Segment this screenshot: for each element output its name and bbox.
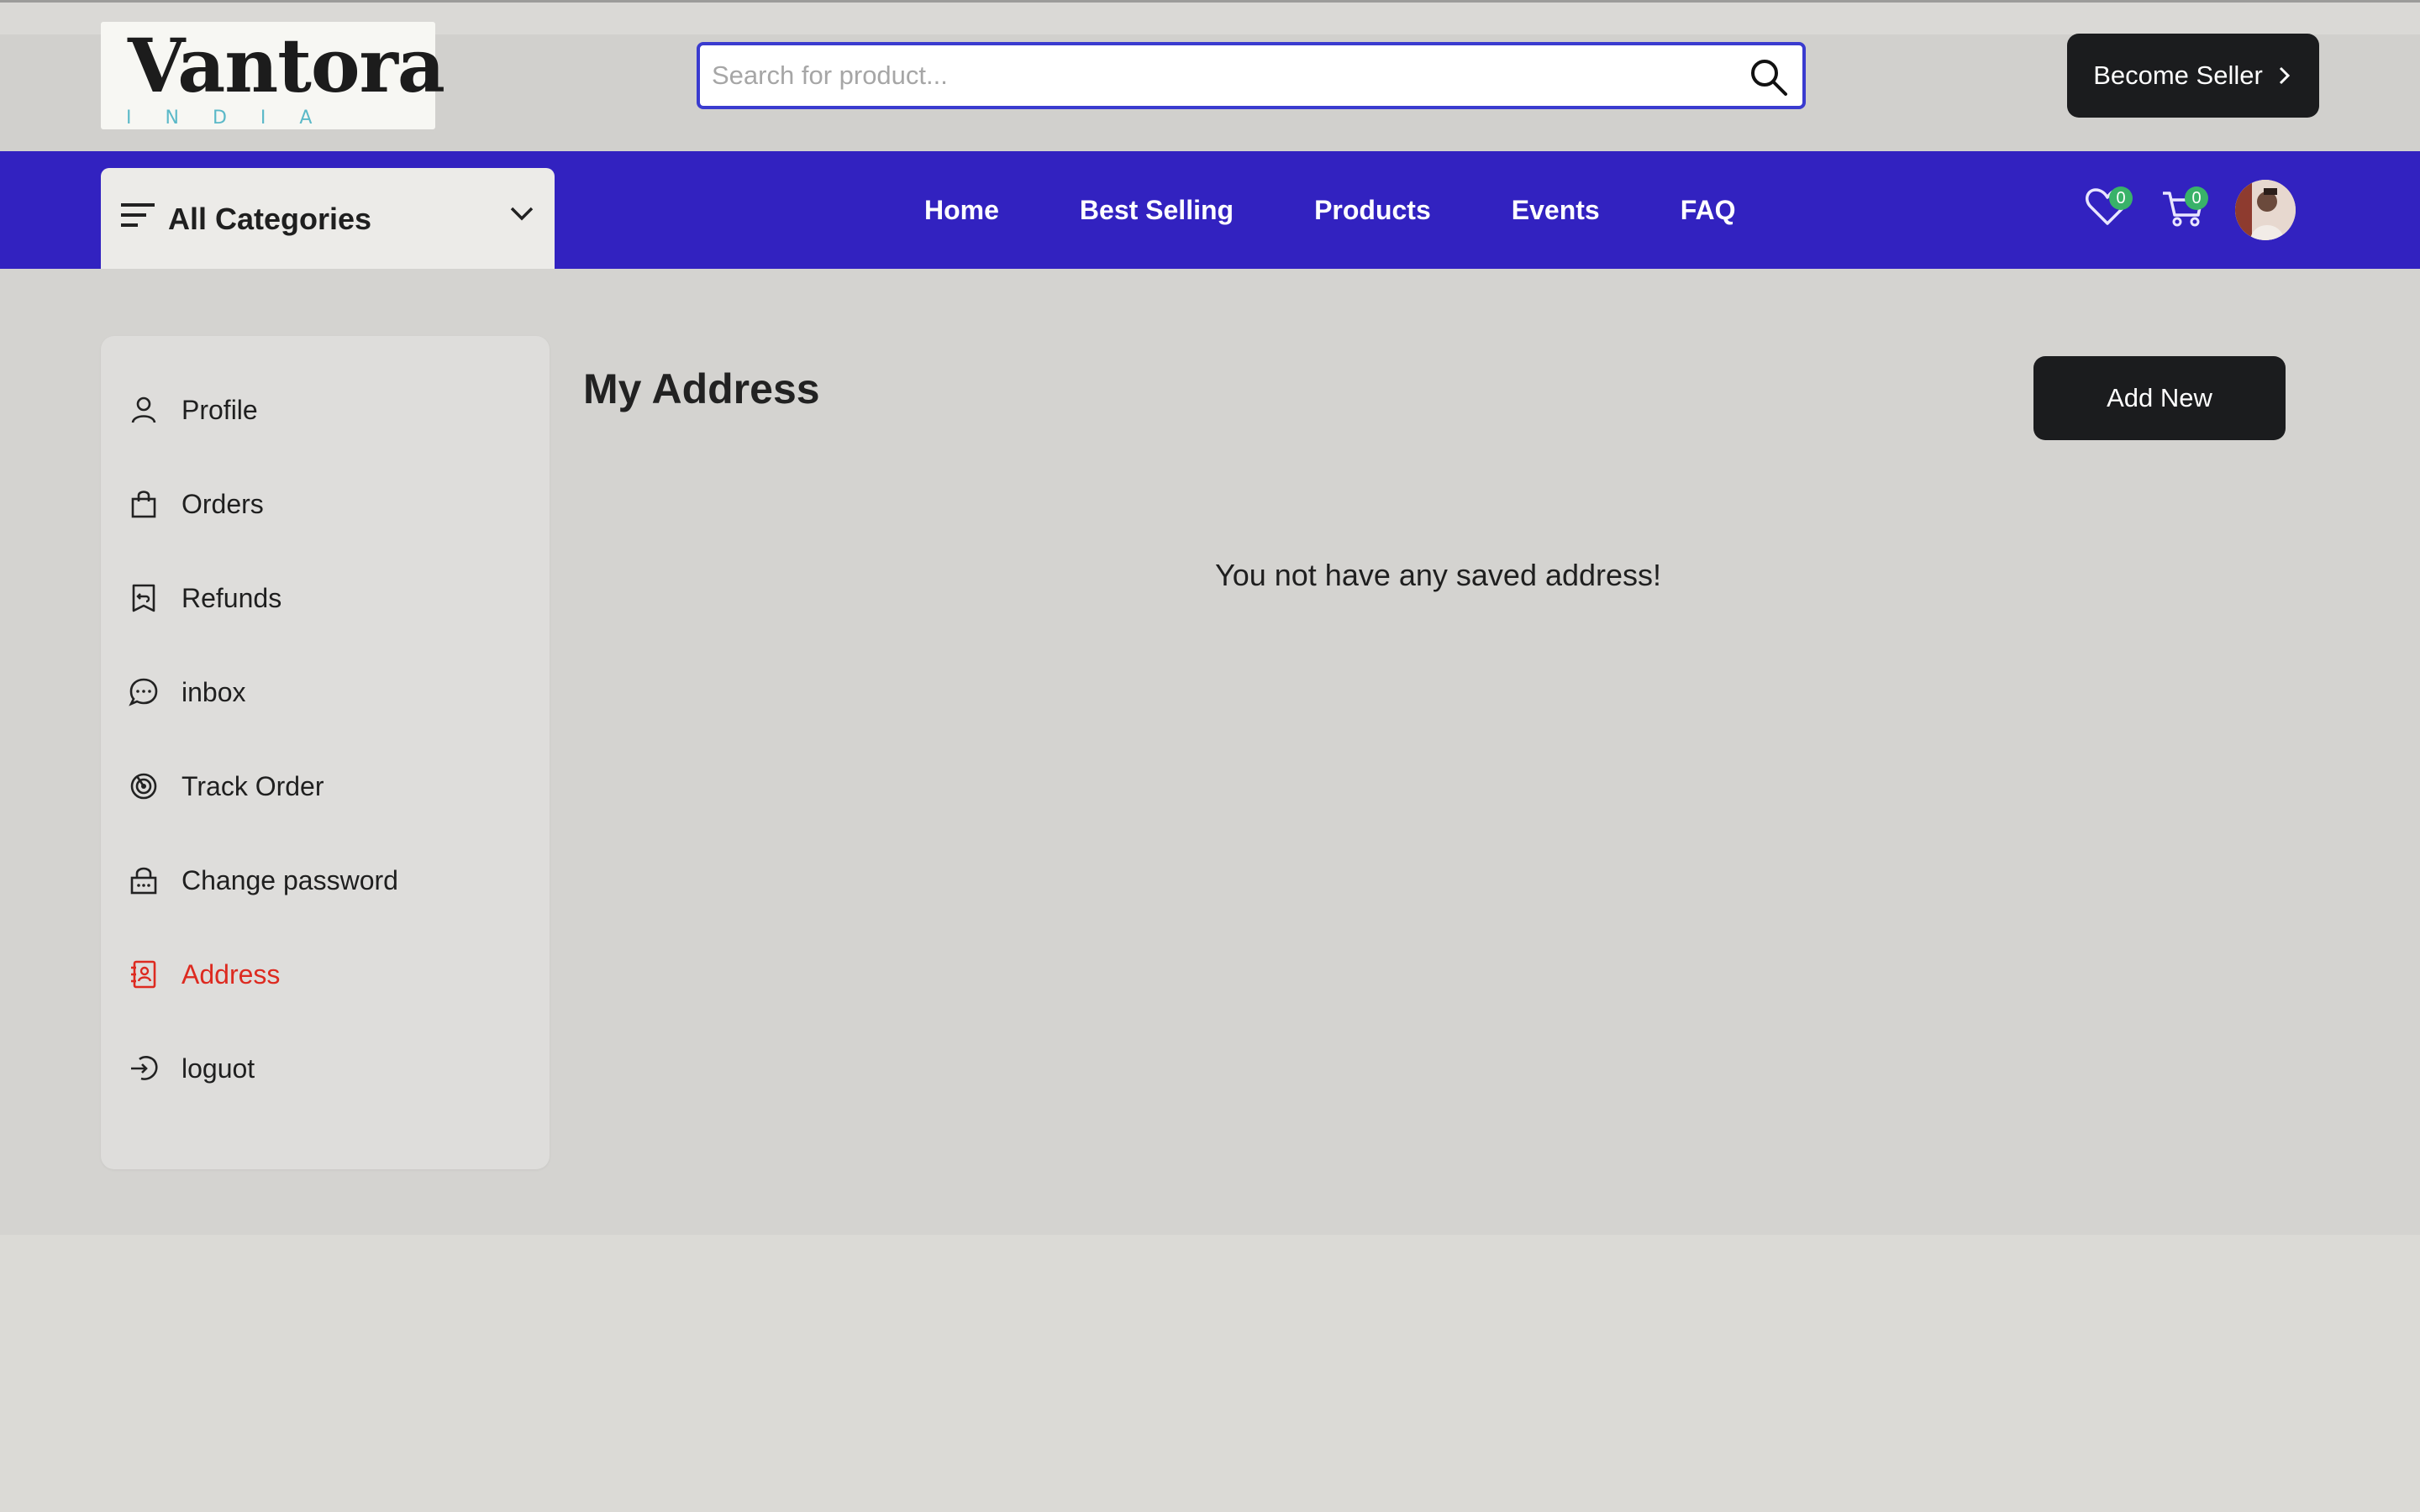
- page-footer-area: [0, 1235, 2420, 1512]
- sidebar-item-label: Track Order: [182, 770, 324, 801]
- avatar[interactable]: [2235, 180, 2296, 240]
- account-sidebar: Profile Orders Refunds inbox Track Order: [101, 336, 550, 1169]
- chat-bubble-icon: [129, 678, 158, 706]
- address-book-icon: [131, 960, 156, 989]
- sidebar-item-label: loguot: [182, 1053, 255, 1084]
- avatar-image: [2235, 180, 2296, 240]
- become-seller-label: Become Seller: [2093, 60, 2263, 90]
- sidebar-item-refunds[interactable]: Refunds: [128, 573, 281, 623]
- lock-icon: [130, 867, 157, 895]
- sidebar-item-label: inbox: [182, 676, 246, 707]
- chevron-down-icon: [510, 207, 534, 221]
- shopping-bag-icon: [131, 491, 156, 518]
- search-box: [697, 42, 1806, 109]
- browser-top-border: [0, 0, 2420, 3]
- receipt-refund-icon: [132, 584, 155, 612]
- sidebar-item-logout[interactable]: loguot: [128, 1043, 255, 1094]
- sidebar-item-label: Address: [182, 958, 281, 990]
- categories-dropdown[interactable]: All Categories: [101, 168, 555, 269]
- logo-brand: Vantora: [128, 22, 445, 109]
- page-title: My Address: [583, 365, 820, 412]
- logo[interactable]: Vantora INDIA: [101, 22, 445, 129]
- sidebar-item-label: Profile: [182, 394, 258, 425]
- sidebar-item-label: Orders: [182, 488, 264, 519]
- track-order-icon: [130, 773, 157, 800]
- categories-label: All Categories: [168, 202, 372, 236]
- sidebar-item-label: Change password: [182, 864, 398, 895]
- user-icon: [131, 396, 156, 423]
- logout-icon: [131, 1056, 158, 1080]
- chevron-right-icon: [2279, 66, 2290, 85]
- nav-link-products[interactable]: Products: [1314, 195, 1431, 226]
- sidebar-item-change-password[interactable]: Change password: [128, 855, 398, 906]
- sidebar-item-track-order[interactable]: Track Order: [128, 761, 324, 811]
- sidebar-item-inbox[interactable]: inbox: [128, 667, 246, 717]
- nav-link-faq[interactable]: FAQ: [1681, 195, 1736, 226]
- nav-links: Home Best Selling Products Events FAQ: [908, 151, 1816, 269]
- empty-state-message: You not have any saved address!: [1215, 558, 1662, 592]
- sidebar-item-label: Refunds: [182, 582, 282, 613]
- sidebar-item-profile[interactable]: Profile: [128, 385, 258, 435]
- sidebar-item-orders[interactable]: Orders: [128, 479, 264, 529]
- add-new-button[interactable]: Add New: [2033, 356, 2286, 440]
- logo-sub: INDIA: [126, 108, 346, 129]
- sidebar-item-address[interactable]: Address: [128, 949, 280, 1000]
- search-icon[interactable]: [1749, 57, 1789, 97]
- nav-link-home[interactable]: Home: [924, 195, 999, 226]
- search-input[interactable]: [712, 45, 1720, 106]
- cart-count-badge: 0: [2185, 186, 2208, 210]
- nav-link-best-selling[interactable]: Best Selling: [1080, 195, 1234, 226]
- become-seller-button[interactable]: Become Seller: [2067, 34, 2319, 118]
- nav-link-events[interactable]: Events: [1512, 195, 1600, 226]
- menu-icon: [121, 203, 155, 227]
- wishlist-count-badge: 0: [2109, 186, 2133, 210]
